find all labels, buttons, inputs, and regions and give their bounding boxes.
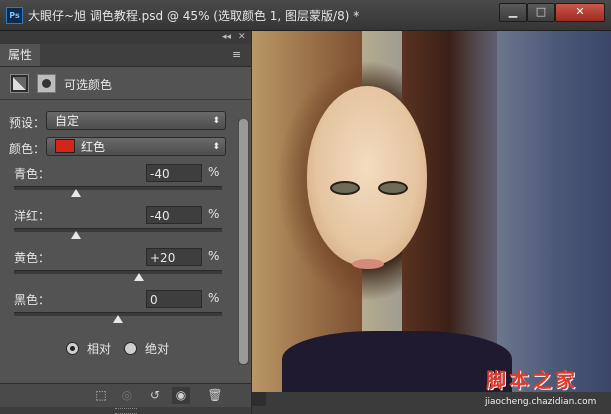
watermark-url: jiaocheng.chazidian.com xyxy=(485,397,597,407)
colors-select[interactable]: 红色 ⬍ xyxy=(46,137,226,156)
black-percent-sign: % xyxy=(208,291,220,305)
magenta-percent-sign: % xyxy=(208,207,220,221)
cyan-input[interactable]: -40 xyxy=(146,164,202,182)
cyan-label: 青色： xyxy=(14,167,51,181)
tab-properties[interactable]: 属性 xyxy=(0,44,40,66)
cyan-slider-track[interactable] xyxy=(14,186,222,190)
photo-eye-right xyxy=(378,181,408,195)
cyan-percent-sign: % xyxy=(208,165,220,179)
absolute-label: 绝对 xyxy=(145,342,170,356)
clip-to-layer-icon[interactable]: ⬚ xyxy=(92,387,110,404)
panel-menu-icon[interactable]: ≡ xyxy=(232,48,241,61)
collapse-panel-icon[interactable]: ◂◂ xyxy=(222,32,231,42)
layer-mask-icon[interactable] xyxy=(37,74,56,93)
panel-top-strip: ◂◂ ✕ xyxy=(0,31,251,44)
yellow-input[interactable]: +20 xyxy=(146,248,202,266)
delete-icon[interactable]: 🗑 xyxy=(206,387,224,404)
panel-tab-bar: 属性 ≡ xyxy=(0,44,251,67)
red-color-swatch xyxy=(55,139,75,153)
absolute-option[interactable]: 绝对 xyxy=(124,340,169,357)
black-slider-thumb[interactable] xyxy=(113,315,123,323)
yellow-slider-thumb[interactable] xyxy=(133,273,144,281)
photoshop-app-icon: Ps xyxy=(6,7,23,24)
view-previous-state-icon[interactable]: ◎ xyxy=(118,387,136,404)
properties-panel: ◂◂ ✕ 属性 ≡ 可选颜色 预设： 自定 ⬍ 颜色： 红色 ⬍ 青色： -40… xyxy=(0,31,252,414)
photo-clothing xyxy=(282,331,512,392)
magenta-input[interactable]: -40 xyxy=(146,206,202,224)
magenta-label: 洋红： xyxy=(14,209,51,223)
updown-arrow-icon: ⬍ xyxy=(212,116,220,126)
panel-scrollbar[interactable] xyxy=(238,119,249,365)
panel-footer-toolbar: ⬚ ◎ ↺ ◉ 🗑 xyxy=(0,383,251,408)
close-button[interactable]: ✕ xyxy=(555,3,605,22)
updown-arrow-icon: ⬍ xyxy=(212,142,220,152)
absolute-radio[interactable] xyxy=(124,342,137,355)
title-bar: Ps 大眼仔~旭 调色教程.psd @ 45% (选取颜色 1, 图层蒙版/8)… xyxy=(0,0,611,31)
preset-label: 预设： xyxy=(9,116,46,130)
cyan-slider-thumb[interactable] xyxy=(71,189,82,197)
photo-lips xyxy=(352,259,384,269)
black-label: 黑色： xyxy=(14,293,51,307)
panel-resize-grip[interactable] xyxy=(0,407,251,414)
toggle-visibility-icon[interactable]: ◉ xyxy=(172,387,190,404)
adjustment-header: 可选颜色 xyxy=(0,67,251,100)
reset-icon[interactable]: ↺ xyxy=(146,387,164,404)
magenta-slider-track[interactable] xyxy=(14,228,222,232)
document-title: 大眼仔~旭 调色教程.psd @ 45% (选取颜色 1, 图层蒙版/8) * xyxy=(28,9,360,23)
watermark-logo: 脚本之家 xyxy=(486,368,578,392)
relative-radio[interactable] xyxy=(66,342,79,355)
preset-value: 自定 xyxy=(55,114,80,128)
relative-option[interactable]: 相对 xyxy=(66,340,111,357)
colors-value: 红色 xyxy=(81,140,106,154)
adjustment-layer-icon[interactable] xyxy=(10,74,29,93)
close-panel-icon[interactable]: ✕ xyxy=(238,32,246,42)
preset-select[interactable]: 自定 ⬍ xyxy=(46,111,226,130)
maximize-button[interactable]: □ xyxy=(527,3,555,22)
colors-label: 颜色： xyxy=(9,142,46,156)
panel-scrollbar-thumb[interactable] xyxy=(239,119,248,364)
canvas-scroll-corner[interactable] xyxy=(252,392,266,406)
photo-eye-left xyxy=(330,181,360,195)
relative-label: 相对 xyxy=(87,342,112,356)
magenta-slider-thumb[interactable] xyxy=(71,231,82,239)
document-canvas[interactable] xyxy=(252,31,611,392)
photo-face xyxy=(307,86,427,266)
yellow-slider-track[interactable] xyxy=(14,270,222,274)
adjustment-name: 可选颜色 xyxy=(64,78,113,92)
minimize-button[interactable]: ▁ xyxy=(499,3,527,22)
yellow-percent-sign: % xyxy=(208,249,220,263)
black-input[interactable]: 0 xyxy=(146,290,202,308)
yellow-label: 黄色： xyxy=(14,251,51,265)
